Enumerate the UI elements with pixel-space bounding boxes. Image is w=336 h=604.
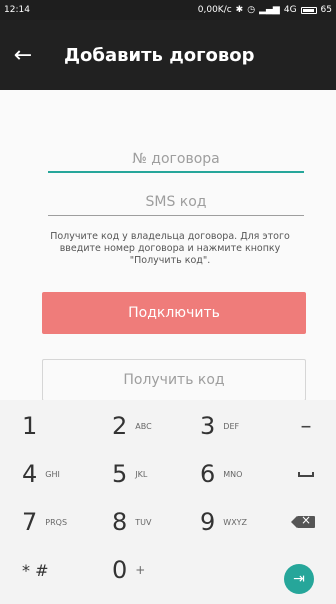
key-letters: TUV <box>135 517 152 527</box>
contract-field-underline <box>48 171 304 173</box>
app-bar: ← Добавить договор <box>0 20 336 90</box>
key-1[interactable]: 1 <box>22 404 37 448</box>
key-digit: 6 <box>200 460 216 488</box>
key-digit: 7 <box>22 508 38 536</box>
key-0[interactable]: 0 + <box>112 548 145 592</box>
key-letters: PRQS <box>45 517 68 527</box>
sms-field-underline <box>48 215 304 216</box>
key-letters: ABC <box>135 421 152 431</box>
key-letters: GHI <box>45 469 60 479</box>
sms-code-input[interactable] <box>48 188 304 216</box>
space-icon <box>298 471 314 477</box>
key-digit: 9 <box>200 508 216 536</box>
key-digit: 1 <box>22 412 38 440</box>
space-key[interactable] <box>286 452 326 496</box>
arrow-right-tab-icon: ⇥ <box>293 571 305 587</box>
signal-icon: ▂▄▆ <box>259 5 280 15</box>
network-speed: 0,00K/c <box>197 5 232 15</box>
battery-icon <box>300 6 317 14</box>
network-type: 4G <box>283 5 297 15</box>
key-digit: 4 <box>22 460 38 488</box>
key-7[interactable]: 7 PRQS <box>22 500 67 544</box>
page-title: Добавить договор <box>64 44 255 66</box>
sms-code-field[interactable] <box>48 188 304 216</box>
key-4[interactable]: 4 GHI <box>22 452 60 496</box>
backspace-icon <box>291 513 315 528</box>
key-digit: 8 <box>112 508 128 536</box>
key-letters: WXYZ <box>223 517 248 527</box>
key-digit: 2 <box>112 412 128 440</box>
key-letters: + <box>135 563 146 577</box>
key-8[interactable]: 8 TUV <box>112 500 152 544</box>
bluetooth-icon: ✱ <box>235 5 244 15</box>
key-letters: DEF <box>223 421 240 431</box>
key-digit: 0 <box>112 556 128 584</box>
status-time: 12:14 <box>4 5 30 15</box>
connect-button[interactable]: Подключить <box>42 292 306 334</box>
key-9[interactable]: 9 WXYZ <box>200 500 247 544</box>
key-digit: 5 <box>112 460 128 488</box>
key-star-hash[interactable]: * # <box>22 548 49 592</box>
next-field-button[interactable]: ⇥ <box>284 564 314 594</box>
status-indicators: 0,00K/c ✱ ◷ ▂▄▆ 4G 65 <box>198 5 332 15</box>
contract-number-field[interactable] <box>48 145 304 173</box>
key-digit: * # <box>22 560 49 580</box>
add-contract-form: Получите код у владельца договора. Для э… <box>0 90 336 401</box>
battery-level: 65 <box>320 5 332 15</box>
minus-key[interactable]: – <box>286 404 326 448</box>
key-6[interactable]: 6 MNO <box>200 452 242 496</box>
key-2[interactable]: 2 ABC <box>112 404 152 448</box>
get-code-button[interactable]: Получить код <box>42 359 306 401</box>
key-letters: JKL <box>135 469 148 479</box>
hint-text: Получите код у владельца договора. Для э… <box>50 231 290 266</box>
key-3[interactable]: 3 DEF <box>200 404 239 448</box>
contract-number-input[interactable] <box>48 145 304 173</box>
back-button[interactable]: ← <box>0 20 46 90</box>
status-bar: 12:14 0,00K/c ✱ ◷ ▂▄▆ 4G 65 <box>0 0 336 20</box>
key-5[interactable]: 5 JKL <box>112 452 147 496</box>
key-digit: 3 <box>200 412 216 440</box>
backspace-key[interactable] <box>286 500 326 544</box>
key-letters: MNO <box>223 469 243 479</box>
arrow-left-icon: ← <box>13 42 33 68</box>
alarm-icon: ◷ <box>247 5 256 15</box>
